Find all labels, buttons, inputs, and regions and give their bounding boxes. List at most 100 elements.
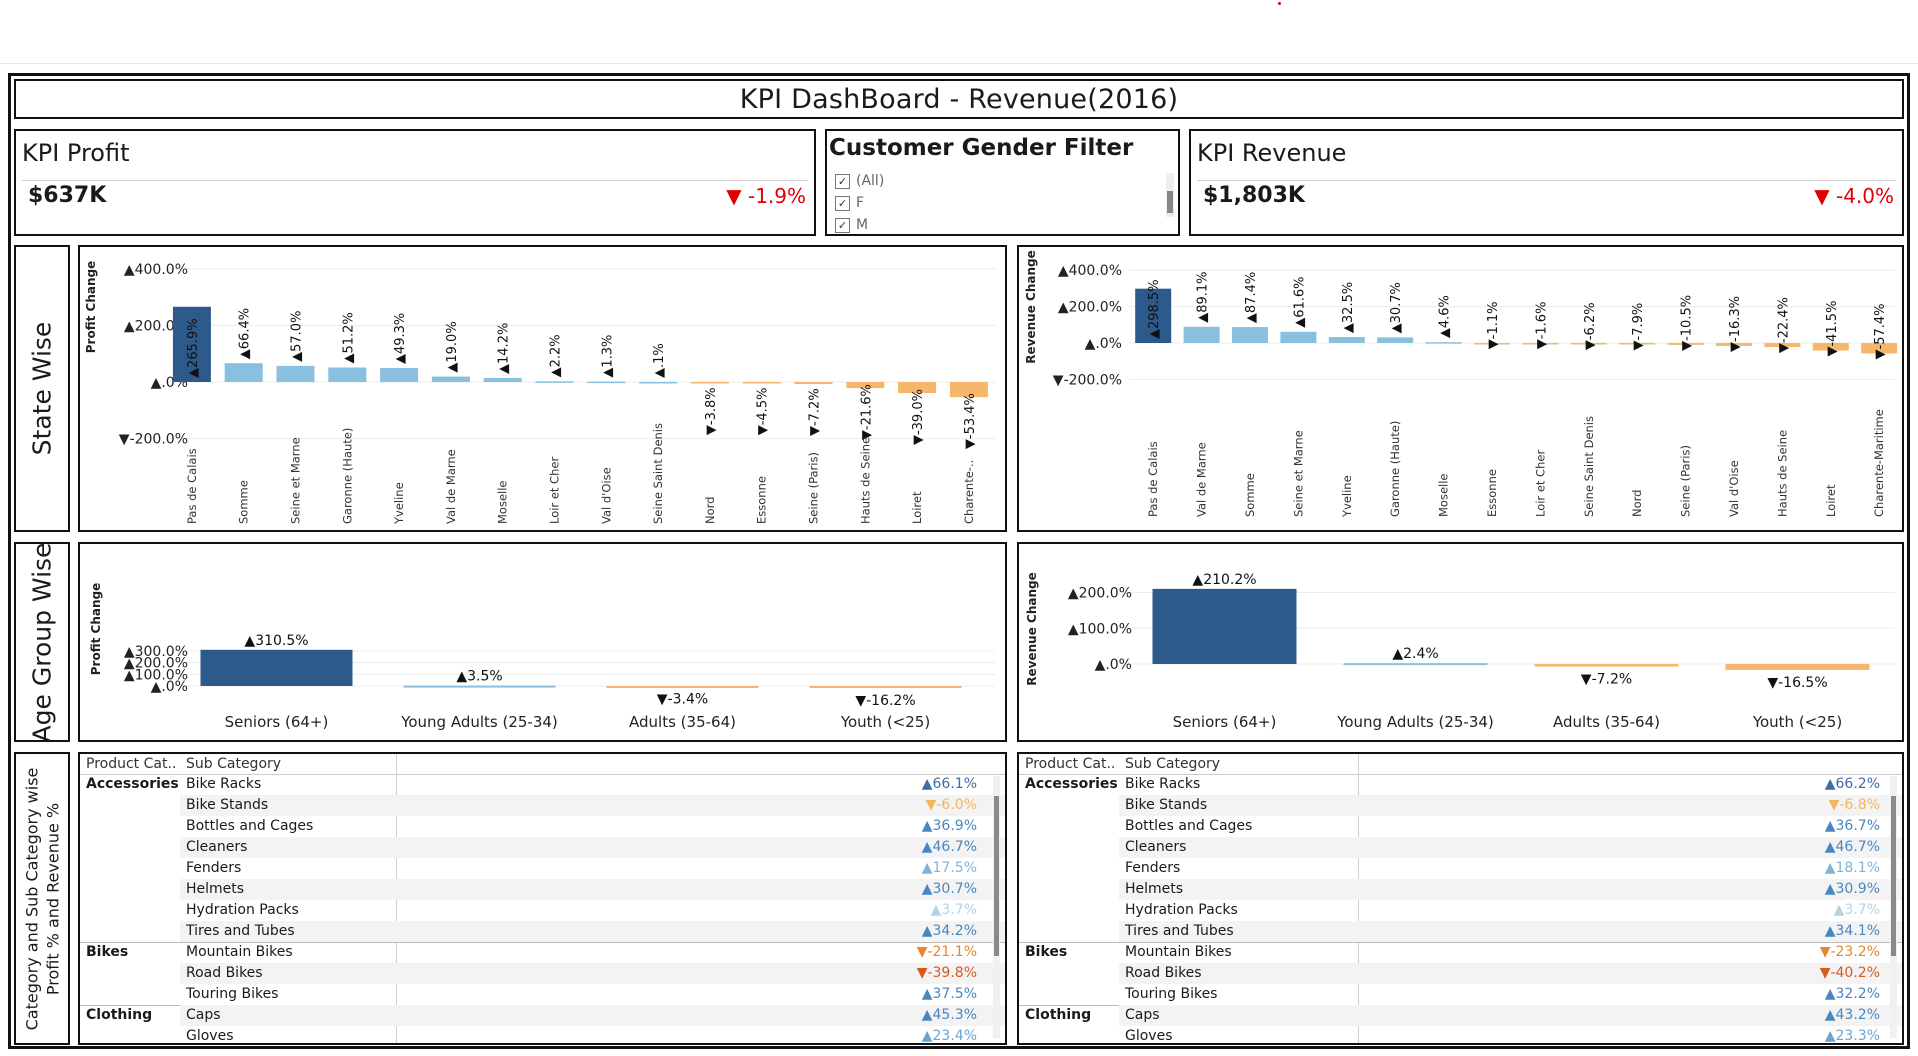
data-label: ▲2.2% (549, 334, 564, 377)
table-row[interactable]: Accessories Bike Racks ▲66.2% (1019, 774, 1902, 795)
table-row[interactable]: Helmets ▲30.7% (80, 879, 1005, 900)
table-row[interactable]: Bottles and Cages ▲36.9% (80, 816, 1005, 837)
indicator-dot (1278, 2, 1281, 5)
category-label: Essonne (755, 476, 769, 524)
checkbox-icon[interactable]: ✓ (835, 173, 850, 189)
state-revenue-chart: ▲400.0% ▲200.0% ▲.0% ▼-200.0% Revenue Change… (1024, 250, 1898, 518)
category-label: Somme (1243, 473, 1257, 517)
y-tick-label: ▼-200.0% (119, 432, 188, 448)
table-row[interactable]: Tires and Tubes ▲34.2% (80, 921, 1005, 942)
table-row[interactable]: Clothing Caps ▲45.3% (80, 1005, 1005, 1026)
category-label: Pas de Calais (1146, 441, 1160, 517)
filter-option-f[interactable]: ✓ F (835, 195, 864, 211)
value-cell: ▲36.7% (1824, 818, 1880, 834)
kpi-profit-divider (22, 180, 808, 181)
value-cell: ▲37.5% (921, 986, 977, 1002)
value-cell: ▼-21.1% (916, 944, 977, 960)
table-row[interactable]: Cleaners ▲46.7% (80, 837, 1005, 858)
data-label: ▼-22.4% (1776, 297, 1791, 353)
column-header-category[interactable]: Product Cat.. (1025, 756, 1115, 772)
kpi-profit-change: ▼ -1.9% (726, 184, 806, 208)
table-row[interactable]: Fenders ▲17.5% (80, 858, 1005, 879)
data-label: ▲298.5% (1147, 279, 1162, 339)
category-label: Hauts de Seine (1775, 430, 1789, 517)
data-label: ▼-7.2% (1581, 672, 1632, 688)
table-row[interactable]: Road Bikes ▼-39.8% (80, 963, 1005, 984)
data-label: ▲265.9% (186, 318, 201, 378)
filter-option-label: M (856, 217, 869, 233)
table-header: Product Cat.. Sub Category (80, 754, 1005, 775)
table-row[interactable]: Bikes Mountain Bikes ▼-21.1% (80, 942, 1005, 963)
table-row[interactable]: Touring Bikes ▲32.2% (1019, 984, 1902, 1005)
bar (1232, 327, 1268, 343)
category-label: Adults (35-64) (629, 713, 736, 731)
category-label: Charente-Maritime (1872, 409, 1886, 517)
top-divider (0, 63, 1918, 64)
table-row[interactable]: Helmets ▲30.9% (1019, 879, 1902, 900)
bar (431, 376, 470, 382)
y-tick-label: ▲400.0% (1058, 263, 1122, 279)
y-tick-label: ▲.0% (151, 679, 188, 695)
column-header-category[interactable]: Product Cat.. (86, 756, 176, 772)
data-label: ▲1.3% (600, 335, 615, 378)
subcategory-cell: Touring Bikes (1125, 986, 1218, 1002)
table-row[interactable]: Accessories Bike Racks ▲66.1% (80, 774, 1005, 795)
kpi-revenue-divider (1197, 180, 1896, 181)
table-scrollbar-thumb[interactable] (994, 796, 999, 956)
category-label: Young Adults (25-34) (400, 713, 558, 731)
y-axis-label: Profit Change (84, 261, 98, 353)
table-row[interactable]: Bottles and Cages ▲36.7% (1019, 816, 1902, 837)
data-label: ▼-3.4% (657, 691, 708, 707)
table-row[interactable]: Road Bikes ▼-40.2% (1019, 963, 1902, 984)
value-cell: ▲30.7% (921, 881, 977, 897)
table-row[interactable]: Clothing Caps ▲43.2% (1019, 1005, 1902, 1026)
column-header-subcategory[interactable]: Sub Category (1125, 756, 1220, 772)
bar (1328, 337, 1365, 343)
kpi-revenue-value: $1,803K (1203, 183, 1305, 208)
data-label: ▼-53.4% (963, 393, 978, 449)
table-row[interactable]: Cleaners ▲46.7% (1019, 837, 1902, 858)
table-row[interactable]: Gloves ▲23.3% (1019, 1026, 1902, 1043)
category-label: Moselle (1437, 474, 1451, 518)
table-row[interactable]: Bike Stands ▼-6.8% (1019, 795, 1902, 816)
filter-scrollbar[interactable] (1166, 173, 1174, 217)
table-row[interactable]: Bikes Mountain Bikes ▼-23.2% (1019, 942, 1902, 963)
bar (224, 363, 263, 382)
kpi-profit-card: KPI Profit $637K ▼ -1.9% (14, 129, 816, 236)
table-row[interactable]: Hydration Packs ▲3.7% (1019, 900, 1902, 921)
checkbox-icon[interactable]: ✓ (835, 195, 850, 211)
section-label-age-text: Age Group Wise (27, 542, 57, 742)
bar (328, 367, 367, 382)
table-row[interactable]: Hydration Packs ▲3.7% (80, 900, 1005, 921)
data-label: ▼-7.9% (1631, 303, 1646, 351)
row-stripe (1119, 879, 1902, 900)
category-cell: Accessories (86, 776, 179, 792)
filter-scrollbar-thumb[interactable] (1167, 191, 1173, 213)
data-label: ▼-41.5% (1825, 301, 1840, 357)
filter-option-all[interactable]: ✓ (All) (835, 173, 884, 189)
table-row[interactable]: Tires and Tubes ▲34.1% (1019, 921, 1902, 942)
section-label-category-text: Category and Sub Category wise Profit % a… (21, 767, 63, 1030)
category-label: Loir et Cher (548, 457, 562, 524)
table-row[interactable]: Gloves ▲23.4% (80, 1026, 1005, 1044)
row-stripe (1119, 837, 1902, 858)
row-stripe (180, 837, 1005, 858)
subcategory-cell: Caps (186, 1007, 221, 1023)
value-cell: ▲43.2% (1824, 1007, 1880, 1023)
table-scrollbar-thumb[interactable] (1891, 796, 1896, 956)
subcategory-cell: Tires and Tubes (186, 923, 295, 939)
filter-option-m[interactable]: ✓ M (835, 217, 868, 233)
table-scrollbar[interactable] (993, 776, 1000, 1038)
table-scrollbar[interactable] (1890, 776, 1897, 1038)
category-cell: Bikes (86, 944, 129, 960)
data-label: ▲51.2% (341, 312, 356, 363)
table-row[interactable]: Touring Bikes ▲37.5% (80, 984, 1005, 1005)
table-row[interactable]: Bike Stands ▼-6.0% (80, 795, 1005, 816)
value-cell: ▼-6.8% (1828, 797, 1880, 813)
bar (587, 381, 626, 384)
column-header-subcategory[interactable]: Sub Category (186, 756, 281, 772)
table-row[interactable]: Fenders ▲18.1% (1019, 858, 1902, 879)
checkbox-icon[interactable]: ✓ (835, 217, 850, 233)
value-cell: ▲23.4% (921, 1028, 977, 1044)
value-cell: ▲34.2% (921, 923, 977, 939)
